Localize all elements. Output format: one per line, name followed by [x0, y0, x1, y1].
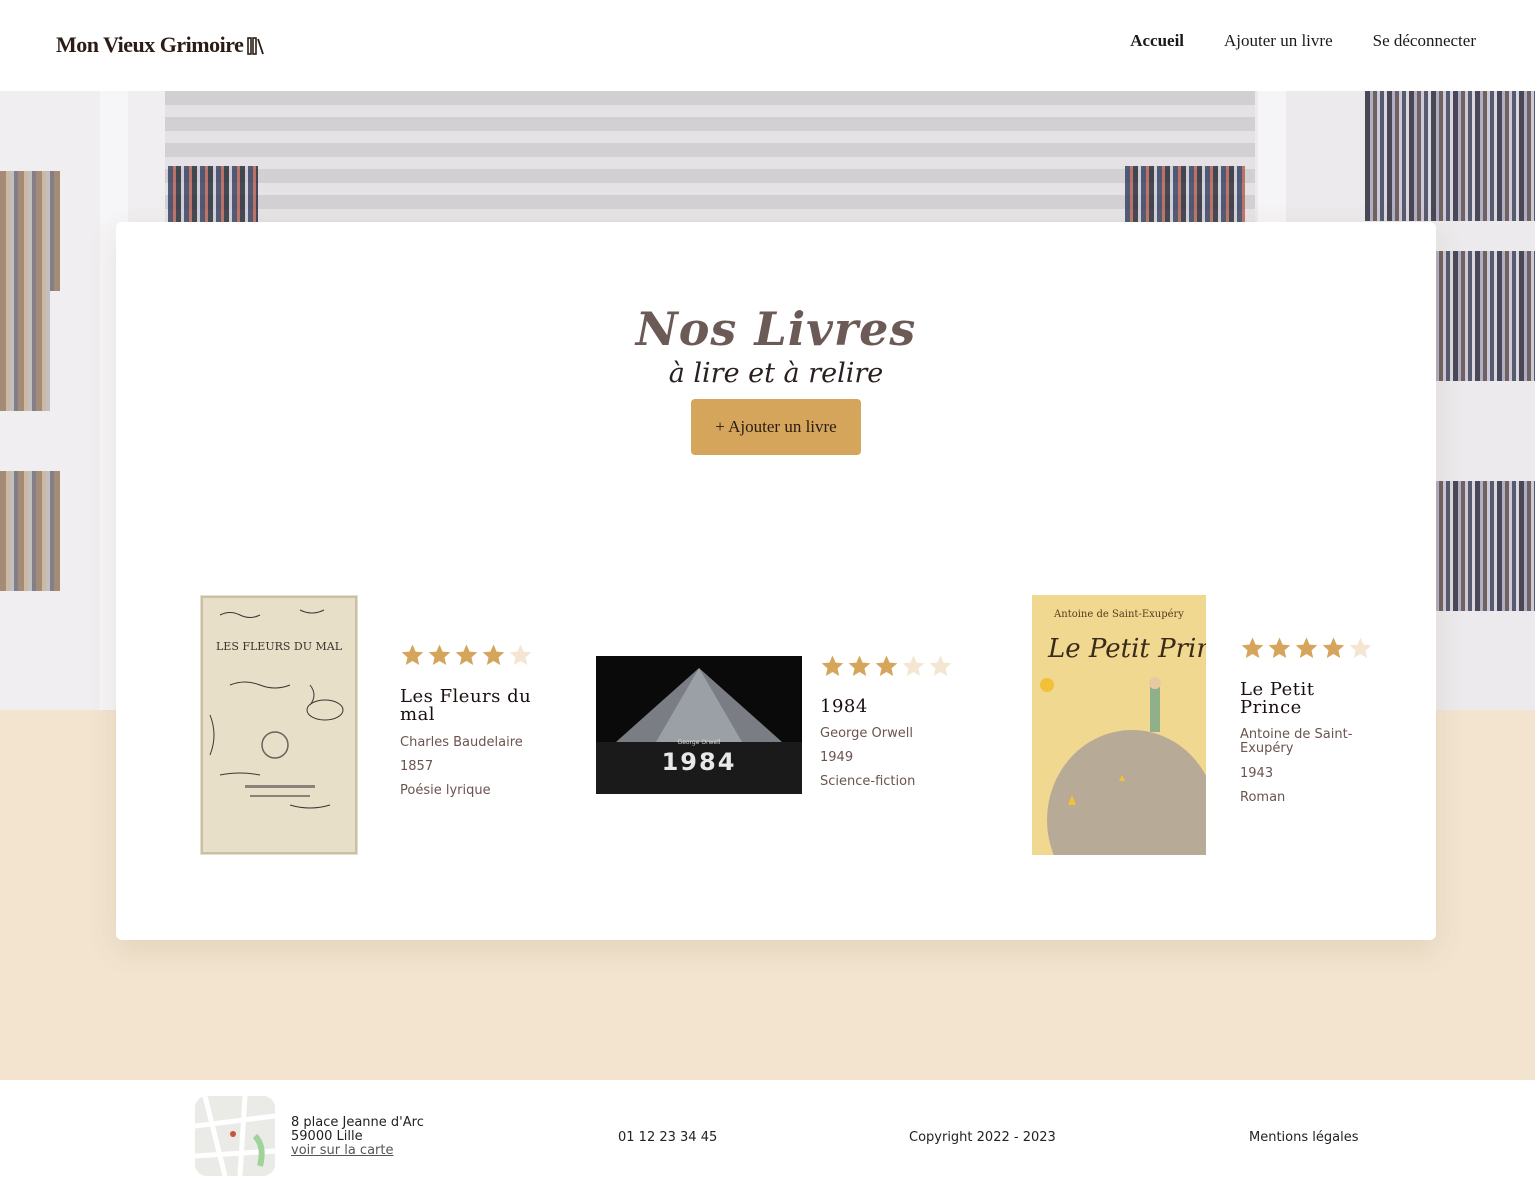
star-filled-icon	[1268, 637, 1291, 658]
star-filled-icon	[875, 655, 898, 676]
book-genre: Poésie lyrique	[400, 783, 491, 798]
star-empty-icon	[902, 655, 925, 676]
legal-notice-link[interactable]: Mentions légales	[1249, 1130, 1358, 1145]
rating-stars	[1240, 636, 1373, 661]
star-filled-icon	[428, 644, 451, 665]
star-filled-icon	[401, 644, 424, 665]
address-line2: 59000 Lille	[291, 1129, 363, 1144]
cover-title: Le Petit Prince	[1047, 634, 1206, 664]
books-card: Nos Livres à lire et à relire + Ajouter …	[116, 222, 1436, 940]
book-author: Antoine de Saint-Exupéry	[1240, 727, 1353, 756]
star-filled-icon	[455, 644, 478, 665]
cover-title: LES FLEURS DU MAL	[216, 640, 343, 653]
site-header: Mon Vieux Grimoire Accueil Ajouter un li…	[0, 0, 1535, 91]
little-prince-cover-icon: Antoine de Saint-Exupéry Le Petit Prince	[1032, 595, 1206, 855]
nav-ajouter-livre[interactable]: Ajouter un livre	[1224, 31, 1333, 51]
logo-text: Mon Vieux Grimoire	[56, 32, 244, 57]
site-footer: 8 place Jeanne d'Arc 59000 Lille voir su…	[0, 1080, 1535, 1192]
nav-accueil[interactable]: Accueil	[1130, 31, 1184, 51]
cover-title: 1984	[662, 748, 737, 776]
book-year: 1943	[1240, 766, 1274, 781]
cover-author: George Orwell	[678, 739, 721, 746]
book-title: Le Petit Prince	[1240, 679, 1315, 718]
main-nav: Accueil Ajouter un livre Se déconnecter	[1130, 31, 1476, 51]
book-genre: Roman	[1240, 790, 1286, 805]
star-filled-icon	[482, 644, 505, 665]
book-genre: Science-fiction	[820, 774, 916, 789]
book-author: Charles Baudelaire	[400, 735, 523, 750]
add-book-button[interactable]: + Ajouter un livre	[691, 399, 861, 455]
site-logo[interactable]: Mon Vieux Grimoire	[56, 32, 265, 58]
pyramid-cover-icon: George Orwell 1984	[596, 656, 802, 794]
rating-stars	[400, 643, 533, 668]
map-thumbnail[interactable]	[195, 1096, 275, 1176]
page-subtitle: à lire et à relire	[668, 358, 884, 389]
footer-phone: 01 12 23 34 45	[618, 1130, 718, 1145]
footer-address: 8 place Jeanne d'Arc 59000 Lille voir su…	[291, 1116, 424, 1158]
manuscript-cover-icon: LES FLEURS DU MAL	[200, 595, 358, 855]
page-title: Nos Livres	[635, 302, 917, 356]
star-filled-icon	[1295, 637, 1318, 658]
book-year: 1857	[400, 759, 434, 774]
rating-stars	[820, 654, 953, 679]
book-author: George Orwell	[820, 726, 913, 741]
star-empty-icon	[509, 644, 532, 665]
map-icon	[195, 1096, 275, 1176]
star-filled-icon	[821, 655, 844, 676]
book-card-fleurs-du-mal[interactable]: LES FLEURS DU MAL Les Fleurs du mal Char…	[200, 595, 540, 857]
star-filled-icon	[1241, 637, 1264, 658]
book-card-petit-prince[interactable]: Antoine de Saint-Exupéry Le Petit Prince…	[1032, 595, 1382, 857]
footer-copyright: Copyright 2022 - 2023	[909, 1130, 1056, 1145]
book-cover: Antoine de Saint-Exupéry Le Petit Prince	[1032, 595, 1206, 855]
book-cover: George Orwell 1984	[596, 656, 802, 794]
book-title: 1984	[820, 696, 868, 717]
star-empty-icon	[929, 655, 952, 676]
map-link[interactable]: voir sur la carte	[291, 1143, 394, 1158]
book-year: 1949	[820, 750, 854, 765]
address-line1: 8 place Jeanne d'Arc	[291, 1115, 424, 1130]
books-logo-icon	[247, 37, 265, 55]
star-filled-icon	[848, 655, 871, 676]
cover-author: Antoine de Saint-Exupéry	[1053, 609, 1184, 620]
book-title: Les Fleurs du mal	[400, 686, 532, 725]
star-filled-icon	[1322, 637, 1345, 658]
nav-se-deconnecter[interactable]: Se déconnecter	[1373, 31, 1476, 51]
book-cover: LES FLEURS DU MAL	[200, 595, 358, 855]
star-empty-icon	[1349, 637, 1372, 658]
book-card-1984[interactable]: George Orwell 1984 1984 George Orwell 19…	[596, 642, 956, 802]
